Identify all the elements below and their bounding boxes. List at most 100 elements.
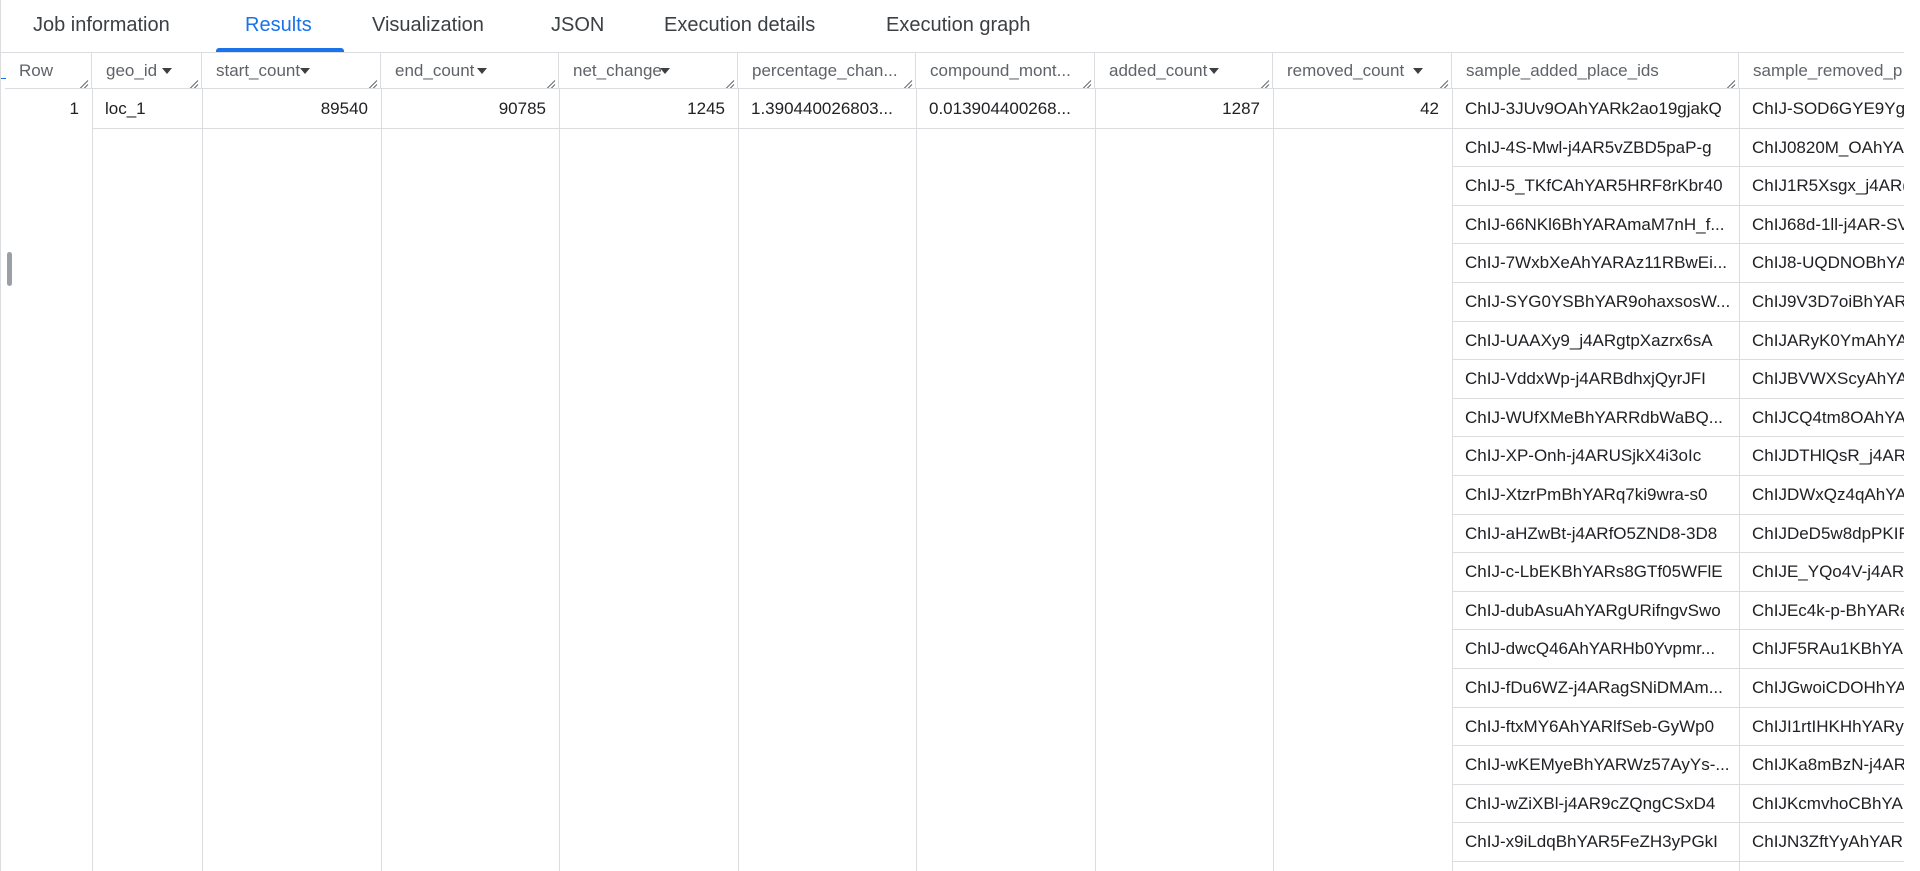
column-menu-caret-icon[interactable] [660,68,670,74]
added-place-id-cell[interactable]: ChIJ-7WxbXeAhYARAz11RBwEi... [1452,244,1739,282]
column-resize-icon[interactable] [902,75,912,85]
added-place-id-cell[interactable]: ChIJ-c-LbEKBhYARs8GTf05WFlE [1452,553,1739,591]
removed-place-id-cell[interactable]: ChIJDWxQz4qAhYA [1739,476,1904,514]
column-menu-caret-icon[interactable] [1413,68,1423,74]
added-place-id-cell[interactable]: ChIJ-SYG0YSBhYAR9ohaxsosW... [1452,283,1739,321]
removed-place-id-cell[interactable]: ChIJKa8mBzN-j4AR [1739,746,1904,784]
column-resize-icon[interactable] [1438,75,1448,85]
column-header-sample-removed-place-ids[interactable]: sample_removed_p [1739,53,1904,89]
added-place-id-cell[interactable]: ChIJ-XtzrPmBhYARq7ki9wra-s0 [1452,476,1739,514]
tab-execution-details[interactable]: Execution details [664,0,815,52]
removed-place-id-cell[interactable]: ChIJF5RAu1KBhYAI [1739,630,1904,668]
removed-place-id-cell[interactable]: ChIJDTHlQsR_j4AR( [1739,437,1904,475]
added-place-id-cell[interactable]: ChIJ-wZiXBl-j4AR9cZQngCSxD4 [1452,785,1739,823]
column-header-label: end_count [395,61,475,80]
added-place-id-cell[interactable]: ChIJ-dubAsuAhYARgURifngvSwo [1452,592,1739,630]
compound-monthly-cell[interactable]: 0.013904400268... [916,90,1095,128]
tab-results[interactable]: Results [245,0,312,52]
removed-place-id-cell[interactable]: ChIJ0820M_OAhYA [1739,129,1904,167]
column-header-end-count[interactable]: end_count [381,53,559,89]
removed-place-id-cell[interactable]: ChIJN3ZftYyAhYAR [1739,823,1904,861]
removed-place-id-cell[interactable]: ChIJ-SOD6GYE9YgF [1739,90,1904,128]
column-header-sample-added-place-ids[interactable]: sample_added_place_ids [1452,53,1739,89]
start-count-cell[interactable]: 89540 [202,90,381,128]
column-resize-icon[interactable] [724,75,734,85]
removed-place-id-cell[interactable]: ChIJ68d-1ll-j4AR-SV [1739,206,1904,244]
tab-execution-graph[interactable]: Execution graph [886,0,1031,52]
end-count-cell[interactable]: 90785 [381,90,559,128]
column-resize-icon[interactable] [188,75,198,85]
column-header-row[interactable]: Row [5,53,92,89]
column-header-removed-count[interactable]: removed_count [1273,53,1452,89]
tab-bar: Job information Results Visualization JS… [1,0,1904,53]
removed-place-id-cell[interactable]: ChIJE_YQo4V-j4AR2 [1739,553,1904,591]
added-count-cell[interactable]: 1287 [1095,90,1273,128]
column-header-label: added_count [1109,61,1208,80]
column-resize-icon[interactable] [1081,75,1091,85]
column-header-compound-monthly[interactable]: compound_mont... [916,53,1095,89]
added-place-id-cell[interactable]: ChIJ-WUfXMeBhYARRdbWaBQ... [1452,399,1739,437]
removed-count-cell[interactable]: 42 [1273,90,1452,128]
removed-place-id-cell[interactable]: ChIJKcmvhoCBhYA [1739,785,1904,823]
column-divider [92,89,93,871]
array-row-divider [1452,861,1904,862]
column-resize-icon[interactable] [1725,75,1735,85]
tab-visualization[interactable]: Visualization [372,0,484,52]
added-place-id-cell[interactable]: ChIJ-wKEMyeBhYARWz57AyYs-... [1452,746,1739,784]
column-header-added-count[interactable]: added_count [1095,53,1273,89]
column-divider [559,89,560,871]
column-menu-caret-icon[interactable] [300,68,310,74]
column-header-geo-id[interactable]: geo_id [92,53,202,89]
column-header-start-count[interactable]: start_count [202,53,381,89]
column-header-label: net_change [573,61,662,80]
added-place-id-cell[interactable]: ChIJ-XP-Onh-j4ARUSjkX4i3oIc [1452,437,1739,475]
removed-place-id-cell[interactable]: ChIJDeD5w8dpPKIF [1739,515,1904,553]
added-place-id-cell[interactable]: ChIJ-4S-Mwl-j4AR5vZBD5paP-g [1452,129,1739,167]
resize-handle[interactable] [7,252,12,286]
added-place-id-cell[interactable]: ChIJ-fDu6WZ-j4ARagSNiDMAm... [1452,669,1739,707]
column-divider [381,89,382,871]
row-number-cell[interactable]: 1 [5,90,92,128]
added-place-id-cell[interactable]: ChIJ-VddxWp-j4ARBdhxjQyrJFI [1452,360,1739,398]
column-resize-icon[interactable] [78,75,88,85]
added-place-id-cell[interactable]: ChIJ-ftxMY6AhYARlfSeb-GyWp0 [1452,708,1739,746]
removed-place-id-cell[interactable]: ChIJEc4k-p-BhYARe [1739,592,1904,630]
removed-place-id-cell[interactable]: ChIJ8-UQDNOBhYA [1739,244,1904,282]
geo-id-cell[interactable]: loc_1 [92,90,202,128]
column-resize-icon[interactable] [1259,75,1269,85]
added-place-id-cell[interactable]: ChIJ-x9iLdqBhYAR5FeZH3yPGkI [1452,823,1739,861]
removed-place-id-cell[interactable]: ChIJGwoiCDOHhYA [1739,669,1904,707]
column-header-net-change[interactable]: net_change [559,53,738,89]
tab-job-information[interactable]: Job information [33,0,170,52]
removed-place-id-cell[interactable]: ChIJ1R5Xsgx_j4AR( [1739,167,1904,205]
added-place-id-cell[interactable]: ChIJ-aHZwBt-j4ARfO5ZND8-3D8 [1452,515,1739,553]
column-divider [916,89,917,871]
column-header-label: sample_removed_p [1753,61,1903,80]
added-place-id-cell[interactable]: ChIJ-3JUv9OAhYARk2ao19gjakQ [1452,90,1739,128]
column-header-label: sample_added_place_ids [1466,61,1659,80]
removed-place-id-cell[interactable]: ChIJBVWXScyAhYA [1739,360,1904,398]
column-resize-icon[interactable] [367,75,377,85]
tab-json[interactable]: JSON [551,0,604,52]
column-divider [1095,89,1096,871]
column-menu-caret-icon[interactable] [1209,68,1219,74]
column-header-label: start_count [216,61,301,80]
removed-place-id-cell[interactable]: ChIJI1rtIHKHhYARy [1739,708,1904,746]
column-menu-caret-icon[interactable] [477,68,487,74]
column-header-percentage-change[interactable]: percentage_chan... [738,53,916,89]
added-place-id-cell[interactable]: ChIJ-UAAXy9_j4ARgtpXazrx6sA [1452,322,1739,360]
column-menu-caret-icon[interactable] [162,68,172,74]
column-header-label: percentage_chan... [752,61,898,80]
net-change-cell[interactable]: 1245 [559,90,738,128]
results-panel: Job information Results Visualization JS… [0,0,1904,871]
removed-place-id-cell[interactable]: ChIJCQ4tm8OAhYA [1739,399,1904,437]
added-place-id-cell[interactable]: ChIJ-dwcQ46AhYARHb0Yvpmr... [1452,630,1739,668]
removed-place-id-cell[interactable]: ChIJARyK0YmAhYA [1739,322,1904,360]
column-header-label: compound_mont... [930,61,1071,80]
active-tab-indicator [216,48,344,52]
percentage-change-cell[interactable]: 1.390440026803... [738,90,916,128]
added-place-id-cell[interactable]: ChIJ-66NKl6BhYARAmaM7nH_f... [1452,206,1739,244]
column-resize-icon[interactable] [545,75,555,85]
added-place-id-cell[interactable]: ChIJ-5_TKfCAhYAR5HRF8rKbr40 [1452,167,1739,205]
removed-place-id-cell[interactable]: ChIJ9V3D7oiBhYAR [1739,283,1904,321]
